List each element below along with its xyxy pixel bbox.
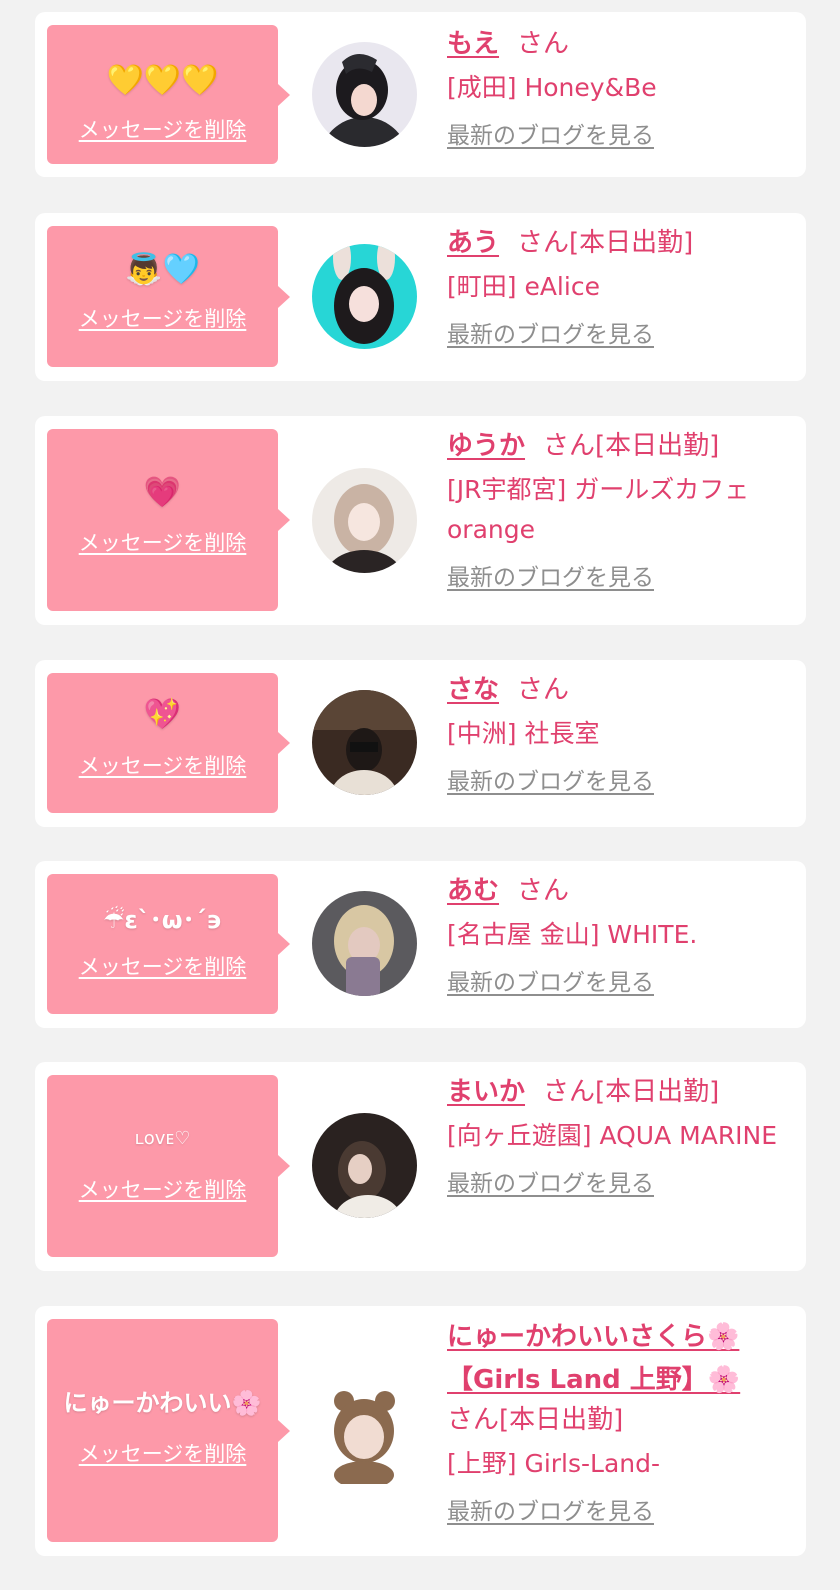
message-text: 👼🩵: [125, 252, 200, 287]
latest-blog-link[interactable]: 最新のブログを見る: [447, 562, 654, 594]
profile-info: ゆうか さん[本日出勤] [JR宇都宮] ガールズカフェorange 最新のブログ…: [447, 428, 788, 594]
latest-blog-link[interactable]: 最新のブログを見る: [447, 766, 654, 798]
shop-name: [上野] Girls-Land-: [447, 1449, 661, 1478]
delete-message-link[interactable]: メッセージを削除: [47, 1175, 278, 1205]
name-line-continued: さん[本日出勤]: [447, 1402, 788, 1438]
profile-info: さな さん [中洲] 社長室 最新のブログを見る: [447, 672, 788, 798]
profile-name-link[interactable]: あむ: [447, 876, 499, 906]
message-bubble: ☔︎ε`･ω･´϶ メッセージを削除: [47, 874, 290, 1014]
shop-name: [名古屋 金山] WHITE.: [447, 920, 698, 949]
name-line: あむ さん: [447, 873, 788, 909]
latest-blog-link[interactable]: 最新のブログを見る: [447, 1168, 654, 1200]
message-bubble: 👼🩵 メッセージを削除: [47, 226, 290, 367]
avatar[interactable]: [312, 1379, 417, 1484]
delete-message-link[interactable]: メッセージを削除: [47, 751, 278, 781]
favorite-card: 💛💛💛 メッセージを削除 もえ さん [成田] Honey&Be 最新のブログを見…: [35, 12, 806, 177]
name-line: もえ さん: [447, 26, 788, 62]
profile-info: もえ さん [成田] Honey&Be 最新のブログを見る: [447, 26, 788, 152]
avatar[interactable]: [312, 891, 417, 996]
profile-name-link[interactable]: まいか: [447, 1077, 525, 1107]
profile-name-link[interactable]: もえ: [447, 29, 499, 59]
latest-blog-link[interactable]: 最新のブログを見る: [447, 1496, 654, 1528]
profile-info: あう さん[本日出勤] [町田] eAlice 最新のブログを見る: [447, 225, 788, 351]
honorific: さん: [543, 431, 596, 461]
favorite-card: にゅーかわいい🌸 メッセージを削除 にゅーかわいいさくら🌸【Girls Land…: [35, 1306, 806, 1556]
message-text: 💛💛💛: [106, 63, 219, 98]
delete-message-link[interactable]: メッセージを削除: [47, 528, 278, 558]
message-bubble: 💖 メッセージを削除: [47, 673, 290, 813]
profile-info: にゅーかわいいさくら🌸【Girls Land 上野】🌸 さん[本日出勤] [上野…: [447, 1316, 788, 1528]
message-bubble: ʟᴏᴠᴇ♡ メッセージを削除: [47, 1075, 290, 1257]
favorite-card: 💖 メッセージを削除 さな さん [中洲] 社長室 最新のブログを見る: [35, 660, 806, 827]
avatar[interactable]: [312, 244, 417, 349]
delete-message-link[interactable]: メッセージを削除: [47, 115, 278, 145]
latest-blog-link[interactable]: 最新のブログを見る: [447, 319, 654, 351]
honorific: さん: [447, 1405, 500, 1435]
avatar[interactable]: [312, 42, 417, 147]
favorite-card: ʟᴏᴠᴇ♡ メッセージを削除 まいか さん[本日出勤] [向ヶ丘遊園] AQUA …: [35, 1062, 806, 1271]
status-badge: [本日出勤]: [595, 431, 720, 461]
name-line: まいか さん[本日出勤]: [447, 1074, 788, 1110]
shop-name: [中洲] 社長室: [447, 719, 600, 748]
delete-message-link[interactable]: メッセージを削除: [47, 952, 278, 982]
shop-name: [成田] Honey&Be: [447, 73, 657, 102]
honorific: さん: [517, 675, 570, 705]
name-line: あう さん[本日出勤]: [447, 225, 788, 261]
honorific: さん: [517, 876, 570, 906]
message-text: ʟᴏᴠᴇ♡: [134, 1128, 191, 1149]
message-text: 💗: [143, 475, 182, 510]
shop-name: [町田] eAlice: [447, 272, 600, 301]
shop-name: [JR宇都宮] ガールズカフェorange: [447, 475, 750, 544]
status-badge: [本日出勤]: [499, 1405, 624, 1435]
profile-name-link[interactable]: あう: [447, 228, 499, 258]
name-line: さな さん: [447, 672, 788, 708]
profile-name-link[interactable]: ゆうか: [447, 431, 525, 461]
message-bubble: にゅーかわいい🌸 メッセージを削除: [47, 1319, 290, 1542]
delete-message-link[interactable]: メッセージを削除: [47, 1439, 278, 1469]
profile-info: まいか さん[本日出勤] [向ヶ丘遊園] AQUA MARINE 最新のブログを見…: [447, 1074, 788, 1200]
name-line: ゆうか さん[本日出勤]: [447, 428, 788, 464]
honorific: さん: [517, 228, 570, 258]
shop-name: [向ヶ丘遊園] AQUA MARINE: [447, 1121, 778, 1150]
avatar[interactable]: [312, 690, 417, 795]
favorite-card: ☔︎ε`･ω･´϶ メッセージを削除 あむ さん [名古屋 金山] WHITE. …: [35, 861, 806, 1028]
message-text: ☔︎ε`･ω･´϶: [102, 906, 223, 934]
name-line: にゅーかわいいさくら🌸【Girls Land 上野】🌸: [447, 1316, 788, 1402]
honorific: さん: [517, 29, 570, 59]
favorite-card: 💗 メッセージを削除 ゆうか さん[本日出勤] [JR宇都宮] ガールズカフェor…: [35, 416, 806, 625]
message-bubble: 💛💛💛 メッセージを削除: [47, 25, 290, 164]
delete-message-link[interactable]: メッセージを削除: [47, 304, 278, 334]
latest-blog-link[interactable]: 最新のブログを見る: [447, 967, 654, 999]
profile-info: あむ さん [名古屋 金山] WHITE. 最新のブログを見る: [447, 873, 788, 999]
favorite-card: 👼🩵 メッセージを削除 あう さん[本日出勤] [町田] eAlice 最新のブロ…: [35, 213, 806, 381]
message-bubble: 💗 メッセージを削除: [47, 429, 290, 611]
honorific: さん: [543, 1077, 596, 1107]
profile-name-link[interactable]: にゅーかわいいさくら🌸【Girls Land 上野】🌸: [447, 1322, 740, 1395]
message-text: 💖: [143, 697, 182, 732]
status-badge: [本日出勤]: [569, 228, 694, 258]
latest-blog-link[interactable]: 最新のブログを見る: [447, 120, 654, 152]
message-text: にゅーかわいい🌸: [63, 1389, 262, 1417]
profile-name-link[interactable]: さな: [447, 675, 499, 705]
avatar[interactable]: [312, 468, 417, 573]
status-badge: [本日出勤]: [595, 1077, 720, 1107]
avatar[interactable]: [312, 1113, 417, 1218]
